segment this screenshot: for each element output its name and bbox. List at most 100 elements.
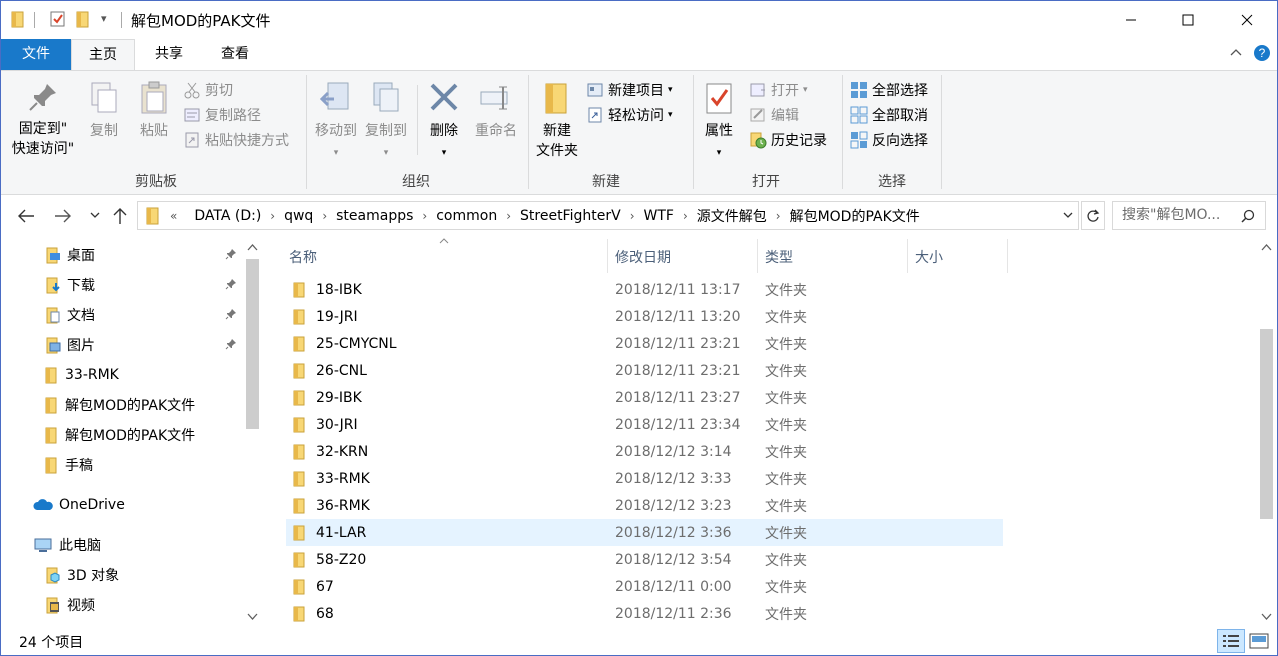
file-row[interactable]: 36-RMK 2018/12/12 3:23 文件夹: [286, 492, 1003, 519]
scroll-down-arrow-icon[interactable]: [247, 613, 258, 621]
maximize-button[interactable]: [1165, 1, 1211, 39]
file-row[interactable]: 68 2018/12/11 2:36 文件夹: [286, 600, 1003, 627]
help-icon[interactable]: ?: [1253, 44, 1271, 66]
details-view-button[interactable]: [1217, 629, 1245, 653]
nav-item[interactable]: 视频: [45, 591, 95, 619]
file-date: 2018/12/11 23:21: [615, 335, 741, 352]
file-row[interactable]: 30-JRI 2018/12/11 23:34 文件夹: [286, 411, 1003, 438]
breadcrumb-item[interactable]: qwq: [284, 208, 313, 224]
select-all-button[interactable]: 全部选择: [850, 79, 928, 101]
breadcrumb-separator-icon[interactable]: ›: [506, 209, 511, 223]
nav-item[interactable]: 3D 对象: [45, 561, 119, 589]
collapse-ribbon-icon[interactable]: [1229, 46, 1243, 64]
breadcrumb-item[interactable]: StreetFighterV: [520, 208, 621, 224]
delete-button[interactable]: 删除 ▾: [423, 81, 465, 163]
content-scrollbar[interactable]: [1258, 237, 1275, 629]
address-dropdown-icon[interactable]: [1062, 209, 1074, 225]
breadcrumb-separator-icon[interactable]: ›: [630, 209, 635, 223]
nav-item[interactable]: OneDrive: [33, 491, 125, 519]
file-row[interactable]: 26-CNL 2018/12/11 23:21 文件夹: [286, 357, 1003, 384]
refresh-button[interactable]: [1081, 201, 1105, 230]
nav-scroll-thumb[interactable]: [246, 259, 259, 429]
nav-item[interactable]: 此电脑: [33, 531, 101, 559]
column-header-type[interactable]: 类型: [757, 243, 907, 273]
new-item-button[interactable]: 新建项目 ▾: [586, 79, 673, 101]
tab-share[interactable]: 共享: [139, 39, 199, 70]
details-view-icon: [1223, 635, 1239, 647]
invert-selection-button[interactable]: 反向选择: [850, 129, 928, 151]
file-row[interactable]: 67 2018/12/11 0:00 文件夹: [286, 573, 1003, 600]
breadcrumb-separator-icon[interactable]: ›: [683, 209, 688, 223]
file-row[interactable]: 18-IBK 2018/12/11 13:17 文件夹: [286, 276, 1003, 303]
breadcrumb-item[interactable]: WTF: [644, 208, 674, 224]
copy-to-button[interactable]: 复制到 ▾: [362, 81, 410, 163]
paste-shortcut-button[interactable]: 粘贴快捷方式: [183, 129, 289, 151]
file-row[interactable]: 29-IBK 2018/12/11 23:27 文件夹: [286, 384, 1003, 411]
move-to-button[interactable]: 移动到 ▾: [312, 81, 360, 163]
breadcrumb-separator-icon[interactable]: ›: [270, 209, 275, 223]
cut-button[interactable]: 剪切: [183, 79, 233, 101]
up-arrow-icon[interactable]: [111, 206, 129, 230]
nav-item[interactable]: 手稿: [45, 451, 93, 479]
copy-button[interactable]: 复制: [83, 81, 125, 141]
edit-button[interactable]: 编辑: [749, 104, 799, 126]
breadcrumb-item[interactable]: 解包MOD的PAK文件: [790, 206, 920, 226]
nav-item[interactable]: 33-RMK: [45, 361, 119, 389]
scroll-up-arrow-icon[interactable]: [1261, 243, 1272, 251]
breadcrumb-item[interactable]: common: [436, 208, 497, 224]
nav-item[interactable]: 图片: [45, 331, 95, 359]
file-row[interactable]: 19-JRI 2018/12/11 13:20 文件夹: [286, 303, 1003, 330]
paste-button[interactable]: 粘贴: [133, 81, 175, 141]
window-title: 解包MOD的PAK文件: [131, 12, 271, 30]
rename-button[interactable]: 重命名: [469, 81, 523, 141]
nav-scrollbar[interactable]: [244, 237, 261, 629]
breadcrumb-item[interactable]: 源文件解包: [697, 206, 767, 226]
content-scroll-thumb[interactable]: [1260, 329, 1273, 519]
new-folder-button[interactable]: 新建 文件夹: [533, 81, 581, 161]
file-row[interactable]: 41-LAR 2018/12/12 3:36 文件夹: [286, 519, 1003, 546]
nav-item[interactable]: 文档: [45, 301, 95, 329]
file-type: 文件夹: [765, 363, 807, 380]
close-button[interactable]: [1224, 1, 1270, 39]
breadcrumb-separator-icon[interactable]: ›: [322, 209, 327, 223]
pin-quick-access-button[interactable]: 固定到" 快速访问": [7, 81, 79, 159]
copy-path-button[interactable]: 复制路径: [183, 104, 261, 126]
nav-item[interactable]: 下载: [45, 271, 95, 299]
file-row[interactable]: 32-KRN 2018/12/12 3:14 文件夹: [286, 438, 1003, 465]
properties-quick-icon[interactable]: [49, 10, 67, 28]
tab-home[interactable]: 主页: [71, 39, 135, 70]
file-row[interactable]: 33-RMK 2018/12/12 3:33 文件夹: [286, 465, 1003, 492]
breadcrumb-separator-icon[interactable]: ›: [776, 209, 781, 223]
breadcrumb-item[interactable]: steamapps: [336, 208, 413, 224]
large-icons-view-button[interactable]: [1249, 632, 1269, 654]
file-row[interactable]: 25-CMYCNL 2018/12/11 23:21 文件夹: [286, 330, 1003, 357]
select-none-button[interactable]: 全部取消: [850, 104, 928, 126]
scroll-down-arrow-icon[interactable]: [1261, 613, 1272, 621]
nav-item[interactable]: 解包MOD的PAK文件: [45, 391, 195, 419]
properties-button[interactable]: 属性 ▾: [698, 81, 740, 163]
column-header-date[interactable]: 修改日期: [607, 243, 757, 273]
breadcrumb-separator-icon[interactable]: ›: [422, 209, 427, 223]
file-name: 25-CMYCNL: [316, 335, 397, 352]
breadcrumb-item[interactable]: DATA (D:): [194, 208, 261, 224]
new-folder-quick-icon[interactable]: [75, 10, 91, 28]
nav-item[interactable]: 解包MOD的PAK文件: [45, 421, 195, 449]
back-arrow-icon[interactable]: [16, 207, 36, 229]
column-header-name[interactable]: 名称: [281, 243, 607, 273]
scroll-up-arrow-icon[interactable]: [247, 243, 258, 251]
column-header-size[interactable]: 大小: [907, 243, 1007, 273]
tab-file[interactable]: 文件: [1, 39, 71, 70]
customize-qa-dropdown[interactable]: ▾: [101, 12, 107, 25]
open-button[interactable]: 打开 ▾: [749, 79, 808, 101]
search-input[interactable]: 搜索"解包MO...: [1112, 201, 1266, 230]
file-row[interactable]: 58-Z20 2018/12/12 3:54 文件夹: [286, 546, 1003, 573]
address-bar[interactable]: « DATA (D:) › qwq › steamapps › common › StreetF…: [137, 201, 1079, 230]
tab-view[interactable]: 查看: [205, 39, 265, 70]
easy-access-button[interactable]: 轻松访问 ▾: [586, 104, 673, 126]
minimize-button[interactable]: [1108, 1, 1154, 39]
nav-item[interactable]: 桌面: [45, 241, 95, 269]
address-overflow[interactable]: «: [170, 209, 177, 223]
forward-arrow-icon[interactable]: [53, 207, 73, 229]
history-button[interactable]: 历史记录: [749, 129, 827, 151]
recent-locations-chevron-icon[interactable]: [89, 209, 101, 225]
